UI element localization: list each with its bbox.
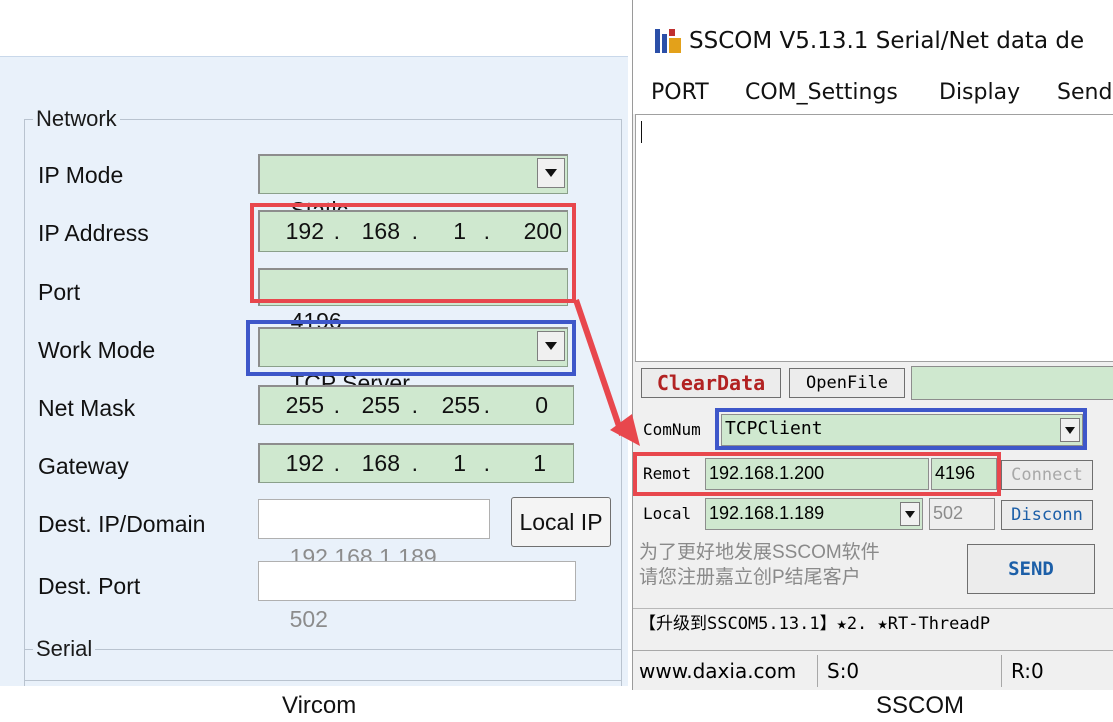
arrow-shaft [573,299,625,436]
connection-arrow [573,299,640,446]
vircom-caption: Vircom [282,692,357,719]
sscom-caption: SSCOM [876,692,965,719]
